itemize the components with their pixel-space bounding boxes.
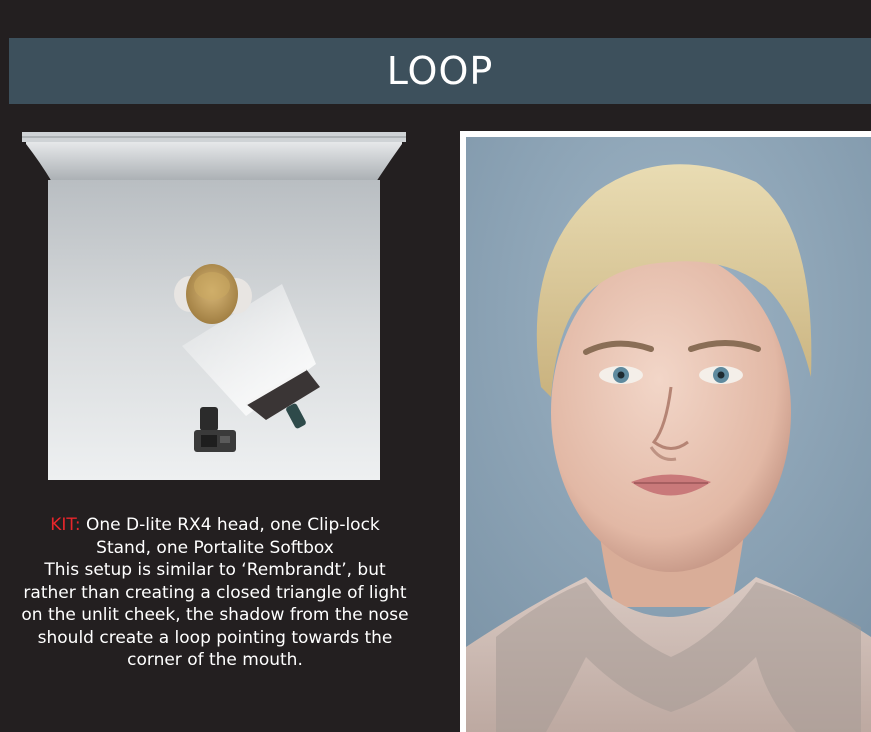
kit-line: KIT: One D-lite RX4 head, one Clip-lock	[0, 514, 430, 537]
kit-text: One D-lite RX4 head, one Clip-lock	[80, 515, 380, 535]
description-line: on the unlit cheek, the shadow from the …	[21, 605, 409, 625]
page-title: LOOP	[386, 49, 494, 93]
kit-line-2: Stand, one Portalite Softbox	[96, 537, 334, 558]
description-line: should create a loop pointing towards th…	[37, 627, 393, 648]
title-banner: LOOP	[9, 38, 871, 104]
face	[551, 252, 791, 572]
description-line: This setup is similar to ‘Rembrandt’, bu…	[44, 560, 386, 580]
portrait-photo	[466, 137, 871, 732]
kit-label: KIT:	[50, 515, 81, 535]
kit-caption: KIT: One D-lite RX4 head, one Clip-lock …	[0, 514, 430, 672]
portrait-frame	[460, 131, 871, 732]
description-line: rather than creating a closed triangle o…	[23, 582, 407, 603]
backdrop-sweep	[26, 142, 402, 182]
description-line: corner of the mouth.	[127, 650, 303, 670]
lighting-setup-diagram	[22, 132, 406, 480]
